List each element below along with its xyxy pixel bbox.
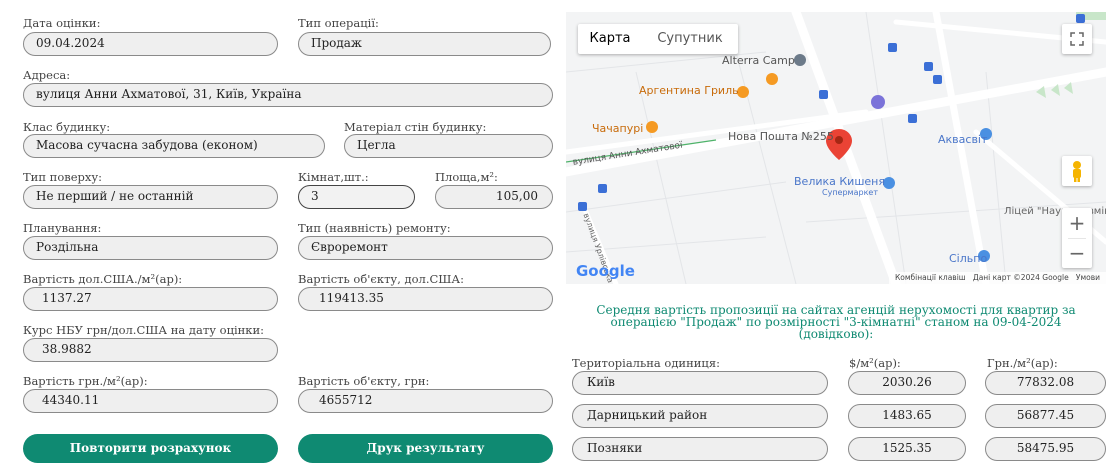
rate-field[interactable]: 38.9882 [23, 338, 278, 362]
repair-label: Тип (наявність) ремонту: [298, 221, 451, 235]
table-row-uah[interactable]: 77832.08 [985, 371, 1106, 395]
pegman-icon [1073, 161, 1081, 182]
wall-label: Матеріал стін будинку: [344, 120, 487, 134]
operation-label: Тип операції: [298, 16, 379, 30]
rate-label: Курс НБУ грн/дол.США на дату оцінки: [23, 323, 265, 337]
class-field[interactable]: Масова сучасна забудова (економ) [23, 134, 325, 158]
uah-total-label: Вартість об'єкту, грн: [298, 374, 430, 388]
floor-label: Тип поверху: [23, 170, 103, 184]
uah-header: Грн./м²(ар): [987, 356, 1058, 370]
uah-total-field[interactable]: 4655712 [298, 389, 553, 413]
recalculate-button[interactable]: Повторити розрахунок [23, 434, 278, 463]
table-row-usd[interactable]: 1525.35 [848, 437, 966, 461]
map-label-argentina: Аргентина Гриль [639, 84, 739, 97]
map-label-alterra: Alterra Camp [722, 54, 795, 67]
tab-map[interactable]: Карта [578, 24, 642, 54]
map-label-supermarket: Супермаркет [822, 188, 878, 197]
repair-field[interactable]: Євроремонт [298, 236, 553, 260]
street-view-button[interactable] [1062, 156, 1092, 186]
operation-field[interactable]: Продаж [298, 32, 551, 56]
date-field[interactable]: 09.04.2024 [23, 32, 278, 56]
usd-m2-label: Вартість дол.США./м²(ар): [23, 272, 183, 286]
date-label: Дата оцінки: [23, 16, 101, 30]
territory-header: Територіальна одиниця: [572, 356, 720, 370]
usd-m2-field[interactable]: 1137.27 [23, 287, 278, 311]
map-type-control: Карта Супутник [578, 24, 738, 54]
layout-label: Планування: [23, 221, 102, 235]
map-view[interactable]: Alterra Camp Аргентина Гриль Чачапурі Но… [566, 12, 1106, 284]
table-row-usd[interactable]: 1483.65 [848, 404, 966, 428]
map-label-velyka-kyshenya: Велика Кишеня [794, 175, 885, 188]
map-data-text: Дані карт ©2024 Google [972, 273, 1069, 282]
tab-satellite[interactable]: Супутник [642, 24, 738, 54]
table-row-uah[interactable]: 56877.45 [985, 404, 1106, 428]
map-label-aquasvit: Аквасвіт [938, 133, 988, 146]
class-label: Клас будинку: [23, 120, 111, 134]
address-field[interactable]: вулиця Анни Ахматової, 31, Київ, Україна [23, 83, 553, 107]
area-field[interactable]: 105,00 [435, 185, 553, 209]
fullscreen-button[interactable] [1062, 24, 1092, 54]
table-row-name[interactable]: Дарницький район [572, 404, 828, 428]
layout-field[interactable]: Роздільна [23, 236, 278, 260]
average-price-info: Середня вартість пропозиції на сайтах аг… [566, 304, 1106, 340]
table-row-usd[interactable]: 2030.26 [848, 371, 966, 395]
map-label-silpo: Сільпо [949, 252, 988, 265]
usd-total-label: Вартість об'єкту, дол.США: [298, 272, 464, 286]
table-row-name[interactable]: Позняки [572, 437, 828, 461]
rooms-field[interactable]: 3 [298, 185, 415, 209]
table-row-name[interactable]: Київ [572, 371, 828, 395]
map-label-chachapuri: Чачапурі [592, 122, 644, 135]
zoom-control: + − [1062, 208, 1092, 268]
floor-field[interactable]: Не перший / не останній [23, 185, 278, 209]
print-button[interactable]: Друк результату [298, 434, 553, 463]
google-logo: Google [576, 262, 635, 280]
table-row-uah[interactable]: 58475.95 [985, 437, 1106, 461]
zoom-out-button[interactable]: − [1062, 238, 1092, 268]
info-line-3: (довідково): [798, 327, 874, 341]
area-label: Площа,м²: [435, 170, 498, 184]
usd-total-field[interactable]: 119413.35 [298, 287, 553, 311]
zoom-in-button[interactable]: + [1062, 208, 1092, 238]
terms-link[interactable]: Умови [1076, 273, 1100, 282]
map-footer: Комбінації клавіш Дані карт ©2024 Google… [888, 272, 1106, 284]
fullscreen-icon [1070, 32, 1084, 46]
rooms-label: Кімнат,шт.: [298, 170, 369, 184]
usd-header: $/м²(ар): [849, 356, 901, 370]
uah-m2-field[interactable]: 44340.11 [23, 389, 278, 413]
keyboard-shortcuts-link[interactable]: Комбінації клавіш [895, 273, 966, 282]
wall-field[interactable]: Цегла [344, 134, 553, 158]
address-label: Адреса: [23, 68, 71, 82]
uah-m2-label: Вартість грн./м²(ар): [23, 374, 148, 388]
map-label-novaposhta: Нова Пошта №255 [728, 130, 834, 143]
